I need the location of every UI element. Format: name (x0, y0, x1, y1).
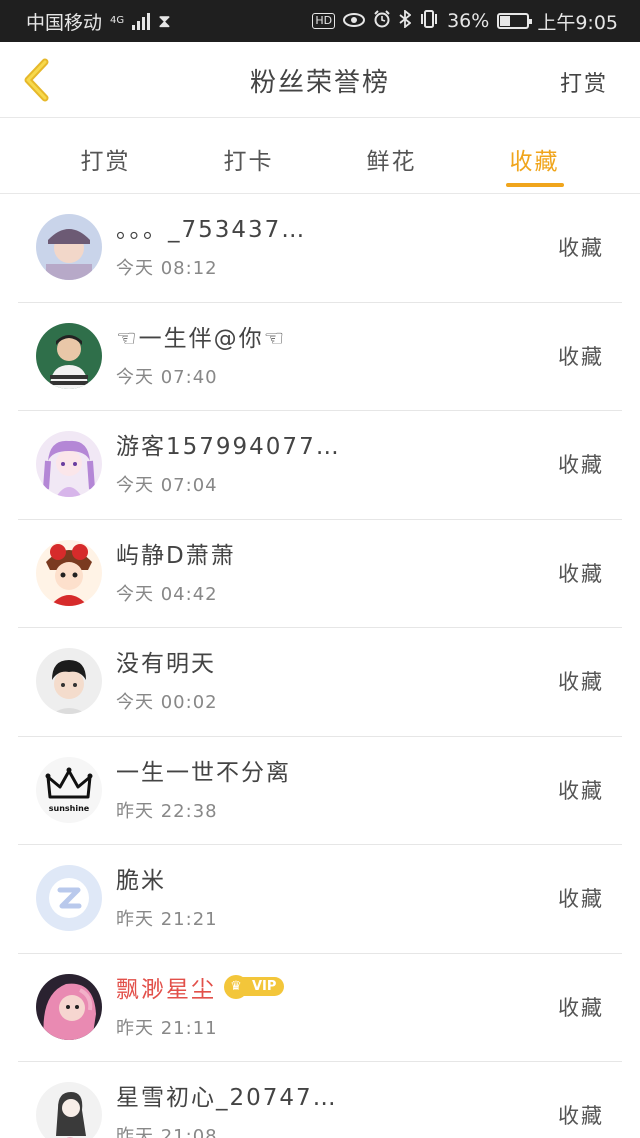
tab-favorites[interactable]: 收藏 (480, 118, 590, 193)
favorite-label: 收藏 (558, 453, 604, 477)
list-item[interactable]: sunshine 一生一世不分离 昨天 22:38 收藏 (18, 737, 622, 845)
list-item[interactable]: 屿静D萧萧 今天 04:42 收藏 (18, 520, 622, 628)
timestamp: 昨天 22:38 (116, 800, 218, 822)
favorite-label: 收藏 (558, 344, 604, 369)
user-name: 屿静D萧萧 (116, 542, 236, 569)
carrier-label: 中国移动 (26, 11, 103, 34)
name-line: 屿静D萧萧 (116, 536, 236, 570)
battery-fill (500, 16, 510, 26)
avatar[interactable] (36, 431, 102, 497)
timestamp: 昨天 21:08 (116, 1126, 218, 1138)
favorite-label: 收藏 (558, 887, 604, 911)
list-item[interactable]: 星雪初心_20747… 昨天 21:08 收藏 (18, 1062, 622, 1138)
user-name: 没有明天 (116, 651, 216, 677)
avatar[interactable] (36, 539, 102, 606)
avatar[interactable] (36, 648, 102, 714)
tab-label: 打卡 (223, 149, 274, 175)
list-item[interactable]: ☜一生伴@你☜ 今天 07:40 收藏 (18, 303, 622, 411)
fan-list: 。。。_753437… 今天 08:12 收藏 ☜一生伴@你☜ 今天 07:40… (18, 194, 622, 1138)
name-line: 星雪初心_20747… (116, 1078, 338, 1112)
timestamp: 今天 04:42 (116, 583, 218, 605)
tab-label: 鲜花 (366, 149, 417, 175)
battery-percent: 36% (447, 10, 490, 32)
favorite-label: 收藏 (558, 561, 604, 586)
signal-icon (132, 12, 151, 30)
status-right: HD 36% 上午9:05 (312, 8, 618, 35)
name-line: 。。。_753437… (116, 210, 306, 244)
timestamp: 昨天 21:11 (116, 1017, 218, 1039)
vibrate-icon (419, 9, 439, 33)
timestamp: 今天 08:12 (116, 258, 218, 279)
name-line: 一生一世不分离 (116, 753, 291, 787)
user-name: 一生一世不分离 (116, 759, 291, 786)
status-bar: 中国移动 4G ⧗ HD 36% 上午9:05 (0, 0, 640, 42)
tab-label: 打赏 (80, 149, 131, 175)
avatar[interactable] (36, 214, 102, 280)
user-name: 飘渺星尘 (116, 976, 216, 1003)
name-line: 脆米 (116, 861, 166, 895)
header: 粉丝荣誉榜 打赏 (0, 42, 640, 118)
list-item[interactable]: 脆米 昨天 21:21 收藏 (18, 845, 622, 954)
tab-checkin[interactable]: 打卡 (194, 118, 304, 193)
name-line: ☜一生伴@你☜ (116, 319, 286, 353)
favorite-label: 收藏 (558, 236, 604, 260)
favorite-label: 收藏 (558, 778, 604, 803)
name-line: 没有明天 (116, 644, 216, 678)
avatar[interactable] (36, 973, 102, 1040)
tab-bar: 打赏 打卡 鲜花 收藏 (0, 118, 640, 194)
reward-button[interactable]: 打赏 (560, 66, 608, 98)
name-line: 飘渺星尘 ♛ VIP (116, 970, 285, 1004)
avatar[interactable] (36, 865, 102, 931)
status-left: 中国移动 4G ⧗ (26, 8, 171, 35)
bluetooth-icon (399, 8, 412, 33)
eye-icon (343, 11, 366, 32)
timestamp: 今天 07:04 (116, 475, 218, 496)
list-item[interactable]: 没有明天 今天 00:02 收藏 (18, 628, 622, 737)
crown-icon: ♛ (224, 974, 248, 999)
vip-label: VIP (242, 977, 285, 996)
user-name: 星雪初心_20747… (116, 1085, 338, 1111)
list-item[interactable]: 飘渺星尘 ♛ VIP 昨天 21:11 收藏 (18, 954, 622, 1062)
default-avatar-icon (36, 865, 102, 931)
hourglass-icon: ⧗ (158, 10, 171, 32)
crown-icon: sunshine (36, 756, 102, 823)
avatar[interactable]: sunshine (36, 756, 102, 823)
timestamp: 昨天 21:21 (116, 909, 218, 930)
list-item[interactable]: 。。。_753437… 今天 08:12 收藏 (18, 194, 622, 303)
crown-caption: sunshine (49, 804, 90, 813)
name-line: 游客157994077… (116, 427, 341, 461)
tab-label: 收藏 (509, 149, 560, 175)
timestamp: 今天 00:02 (116, 692, 218, 713)
avatar[interactable] (36, 322, 102, 389)
user-name: 游客157994077… (116, 434, 341, 460)
page-title: 粉丝荣誉榜 (249, 68, 390, 98)
tab-flowers[interactable]: 鲜花 (337, 118, 447, 193)
favorite-label: 收藏 (558, 670, 604, 694)
alarm-icon (373, 9, 391, 33)
avatar[interactable] (36, 1082, 102, 1138)
network-type: 4G (110, 15, 125, 26)
favorite-label: 收藏 (558, 1104, 604, 1128)
clock: 上午9:05 (537, 11, 618, 34)
list-item[interactable]: 游客157994077… 今天 07:04 收藏 (18, 411, 622, 520)
battery-icon (497, 13, 533, 29)
hd-icon: HD (312, 13, 336, 29)
vip-badge: ♛ VIP (224, 974, 285, 999)
tab-underline (505, 183, 564, 187)
user-name: 。。。_753437… (116, 217, 307, 243)
user-name: 脆米 (116, 868, 166, 894)
tab-reward[interactable]: 打赏 (51, 118, 161, 193)
user-name: ☜一生伴@你☜ (116, 325, 287, 352)
timestamp: 今天 07:40 (116, 366, 218, 388)
favorite-label: 收藏 (558, 995, 604, 1020)
